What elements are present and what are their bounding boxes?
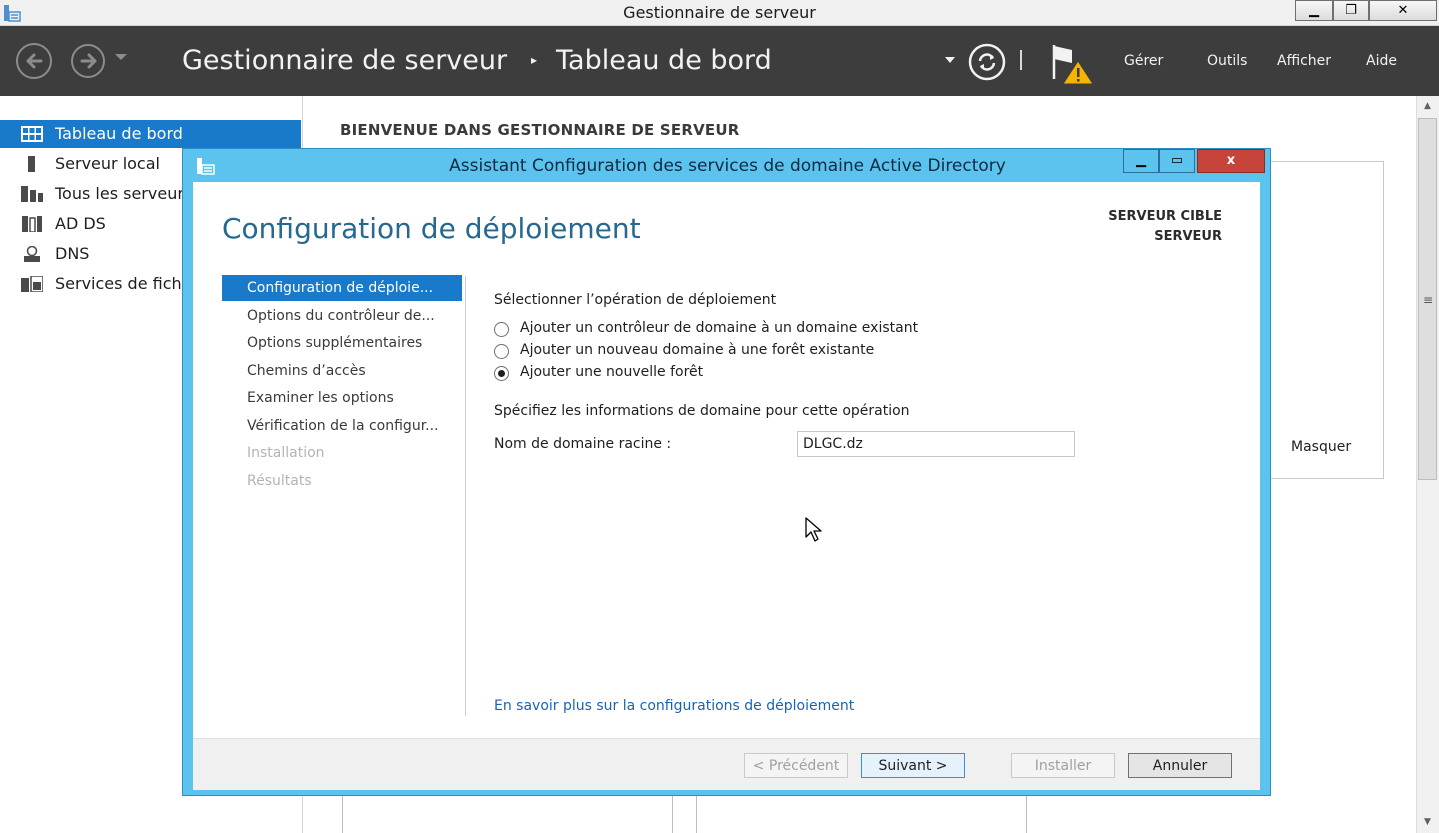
cancel-button[interactable]: Annuler <box>1128 753 1232 778</box>
tile-border <box>696 795 697 833</box>
outer-titlebar: Gestionnaire de serveur ▁ ❐ ✕ <box>0 0 1439 26</box>
sidebar-item-label: Serveur local <box>55 154 160 173</box>
wizard-maximize-button[interactable]: ▭ <box>1159 149 1195 173</box>
menu-manage[interactable]: Gérer <box>1124 53 1163 69</box>
sidebar-item-label: Tableau de bord <box>55 124 183 143</box>
wizard-step-deployment-configuration[interactable]: Configuration de déploie... <box>222 275 462 301</box>
wizard-step-paths[interactable]: Chemins d’accès <box>222 358 462 384</box>
tile-border <box>672 795 673 833</box>
option-label: Ajouter un contrôleur de domaine à un do… <box>520 320 919 336</box>
wizard-step-results: Résultats <box>247 473 312 489</box>
sidebar-item-label: Tous les serveurs <box>55 184 193 203</box>
tile-border <box>342 795 343 833</box>
sidebar-item-label: DNS <box>55 244 90 263</box>
dns-icon <box>24 246 40 262</box>
wizard-step-prerequisites-check[interactable]: Vérification de la configur... <box>222 413 462 439</box>
server-icon <box>28 156 35 172</box>
all-servers-icon <box>21 186 43 202</box>
option-label: Ajouter un nouveau domaine à une forêt e… <box>520 342 875 358</box>
arrow-left-icon <box>26 53 43 69</box>
tile-border <box>1026 795 1027 833</box>
wizard-body: Configuration de déploiement SERVEUR CIB… <box>193 182 1260 790</box>
wizard-title: Assistant Configuration des services de … <box>449 156 1006 176</box>
ad-ds-icon <box>22 216 42 232</box>
scrollbar-grip-icon: ≡ <box>1423 293 1434 307</box>
scroll-up-icon[interactable]: ▲ <box>1416 96 1439 116</box>
header-divider <box>1020 50 1022 70</box>
breadcrumb-current-page: Tableau de bord <box>556 45 772 76</box>
welcome-tile <box>1255 161 1384 479</box>
breadcrumb-root[interactable]: Gestionnaire de serveur <box>182 45 507 76</box>
refresh-icon[interactable] <box>968 43 1006 81</box>
welcome-heading: BIENVENUE DANS GESTIONNAIRE DE SERVEUR <box>340 121 740 139</box>
wizard-step-dc-options[interactable]: Options du contrôleur de... <box>222 303 462 329</box>
outer-close-button[interactable]: ✕ <box>1369 0 1437 21</box>
option-label: Ajouter une nouvelle forêt <box>520 364 704 380</box>
outer-restore-button[interactable]: ❐ <box>1333 0 1369 21</box>
back-button[interactable] <box>16 43 52 79</box>
domain-info-label: Spécifiez les informations de domaine po… <box>494 403 910 419</box>
install-button[interactable]: Installer <box>1011 753 1115 778</box>
wizard-minimize-button[interactable]: ▁ <box>1123 149 1159 173</box>
ad-ds-configuration-wizard: Assistant Configuration des services de … <box>182 148 1271 796</box>
operation-label: Sélectionner l’opération de déploiement <box>494 292 777 308</box>
mouse-cursor-icon <box>805 517 822 542</box>
hide-welcome-link[interactable]: Masquer <box>1291 439 1351 455</box>
dashboard-icon <box>21 126 43 142</box>
outer-minimize-button[interactable]: ▁ <box>1295 0 1333 21</box>
learn-more-link[interactable]: En savoir plus sur la configurations de … <box>494 698 854 714</box>
breadcrumb-separator-icon: ▸ <box>531 53 538 67</box>
previous-button[interactable]: < Précédent <box>744 753 848 778</box>
history-dropdown-icon[interactable] <box>114 52 128 62</box>
outer-window-title: Gestionnaire de serveur <box>623 3 816 22</box>
header-dropdown-icon[interactable] <box>944 56 956 64</box>
menu-help[interactable]: Aide <box>1366 53 1397 69</box>
menu-view[interactable]: Afficher <box>1277 53 1331 69</box>
root-domain-input[interactable] <box>797 431 1075 457</box>
wizard-step-additional-options[interactable]: Options supplémentaires <box>222 330 462 356</box>
wizard-step-review-options[interactable]: Examiner les options <box>222 385 462 411</box>
sidebar-item-dashboard[interactable]: Tableau de bord <box>0 120 301 148</box>
forward-button[interactable] <box>71 44 105 78</box>
menu-tools[interactable]: Outils <box>1207 53 1247 69</box>
target-server-label: SERVEUR CIBLE <box>1108 209 1222 224</box>
radio-button-selected[interactable] <box>494 366 509 381</box>
wizard-footer: < Précédent Suivant > Installer Annuler <box>193 738 1260 790</box>
scroll-down-icon[interactable]: ▼ <box>1416 812 1439 832</box>
wizard-page-title: Configuration de déploiement <box>222 212 641 245</box>
sidebar-item-label: AD DS <box>55 214 106 233</box>
radio-button[interactable] <box>494 344 509 359</box>
steps-divider <box>465 276 466 716</box>
file-services-icon <box>21 276 43 292</box>
target-server-name: SERVEUR <box>1154 229 1222 244</box>
radio-button[interactable] <box>494 322 509 337</box>
next-button[interactable]: Suivant > <box>861 753 965 778</box>
wizard-step-installation: Installation <box>247 445 325 461</box>
wizard-close-button[interactable]: x <box>1197 149 1265 173</box>
root-domain-label: Nom de domaine racine : <box>494 436 672 452</box>
arrow-right-icon <box>80 53 97 69</box>
notifications-flag-warning-icon[interactable] <box>1050 43 1096 87</box>
